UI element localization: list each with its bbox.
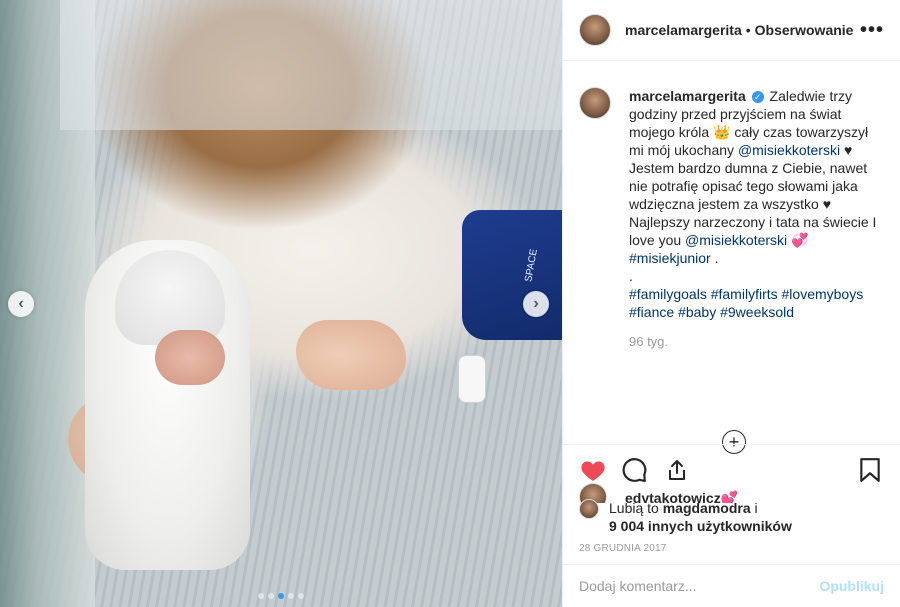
- caption-username[interactable]: marcelamargerita: [629, 88, 746, 104]
- follow-button[interactable]: Obserwowanie: [755, 22, 854, 38]
- caption-hashtag[interactable]: #baby: [678, 304, 716, 320]
- carousel-dot: [298, 593, 304, 599]
- carousel-next-button[interactable]: ›: [523, 291, 549, 317]
- header-separator: •: [745, 22, 751, 38]
- post-actions: Lubią to magdamodra i 9 004 innych użytk…: [563, 444, 900, 554]
- chevron-right-icon: ›: [533, 295, 539, 312]
- caption-hashtag[interactable]: #fiance: [629, 304, 674, 320]
- carousel-indicators: [0, 593, 562, 599]
- verified-badge-icon: ✓: [751, 91, 764, 104]
- caption-text: .: [629, 268, 633, 284]
- instagram-post: SPACE ‹ › marcelamargerita • Obserwowani…: [0, 0, 900, 607]
- caption-hashtag[interactable]: #familyfirts: [711, 286, 778, 302]
- likes-count[interactable]: 9 004 innych użytkowników: [609, 518, 792, 534]
- carousel-prev-button[interactable]: ‹: [8, 291, 34, 317]
- photo-blood-pressure-cuff: [462, 210, 562, 340]
- comment-input[interactable]: [579, 578, 820, 594]
- likes-prefix: Lubią to: [609, 500, 659, 516]
- post-date[interactable]: 28 GRUDNIA 2017: [579, 543, 884, 554]
- caption-body: marcelamargerita ✓ Zaledwie trzy godziny…: [629, 87, 884, 351]
- likes-conj: i: [754, 500, 758, 516]
- caption-mention[interactable]: @misiekkoterski: [685, 232, 787, 248]
- likes-summary: Lubią to magdamodra i 9 004 innych użytk…: [579, 499, 884, 535]
- more-horizontal-icon[interactable]: •••: [860, 19, 884, 42]
- caption-timestamp[interactable]: 96 tyg.: [629, 333, 884, 351]
- chevron-left-icon: ‹: [18, 295, 24, 312]
- action-bar: [579, 455, 884, 485]
- caption-hashtag[interactable]: #9weeksold: [720, 304, 794, 320]
- heart-filled-icon[interactable]: [579, 456, 607, 484]
- photo-wristband: [458, 355, 486, 403]
- caption-emoji: 💞: [791, 232, 809, 248]
- post-comment-button[interactable]: Opublikuj: [819, 578, 884, 594]
- carousel-dot: [268, 593, 274, 599]
- likes-text[interactable]: Lubią to magdamodra i 9 004 innych użytk…: [609, 499, 792, 535]
- caption-hashtag[interactable]: #familygoals: [629, 286, 707, 302]
- add-comment-form: Opublikuj: [563, 564, 900, 607]
- avatar[interactable]: [579, 87, 611, 119]
- photo-hand: [296, 320, 406, 390]
- header-username[interactable]: marcelamargerita: [625, 22, 742, 38]
- post-photo[interactable]: SPACE ‹ ›: [0, 0, 562, 607]
- bookmark-icon[interactable]: [856, 456, 884, 484]
- post-caption: marcelamargerita ✓ Zaledwie trzy godziny…: [579, 87, 884, 351]
- caption-mention[interactable]: @misiekkoterski: [738, 142, 840, 158]
- likes-user[interactable]: magdamodra: [663, 500, 751, 516]
- carousel-dot: [258, 593, 264, 599]
- photo-pillow-top: [60, 0, 562, 130]
- post-side-panel: marcelamargerita • Obserwowanie ••• marc…: [562, 0, 900, 607]
- photo-baby-face: [155, 330, 225, 385]
- caption-hashtag[interactable]: #misiekjunior: [629, 250, 711, 266]
- comment-icon[interactable]: [621, 456, 649, 484]
- post-header: marcelamargerita • Obserwowanie •••: [563, 0, 900, 61]
- carousel-dot: [278, 593, 284, 599]
- caption-text: .: [714, 250, 719, 266]
- avatar[interactable]: [579, 499, 599, 519]
- share-icon[interactable]: [663, 456, 691, 484]
- caption-hashtag[interactable]: #lovemyboys: [782, 286, 864, 302]
- avatar[interactable]: [579, 14, 611, 46]
- carousel-dot: [288, 593, 294, 599]
